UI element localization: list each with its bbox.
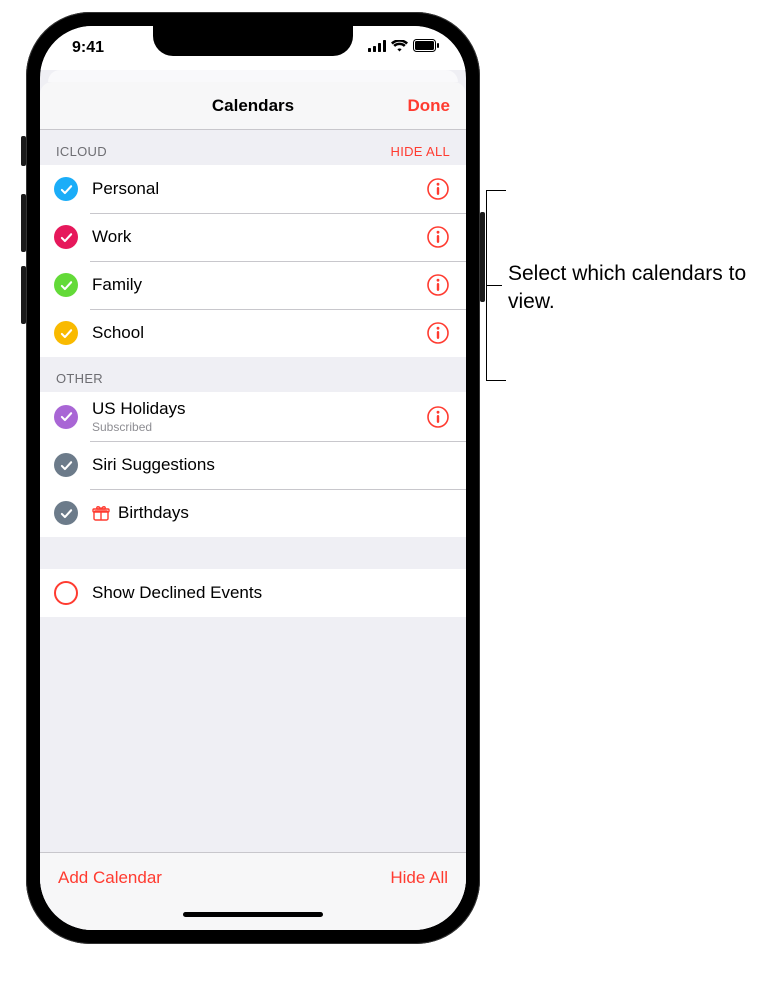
home-indicator-area <box>40 902 466 930</box>
callout-tick <box>486 190 506 191</box>
sheet-behind-card <box>48 70 458 82</box>
checkmark-icon[interactable] <box>54 453 78 477</box>
checkmark-icon[interactable] <box>54 501 78 525</box>
add-calendar-button[interactable]: Add Calendar <box>58 868 162 888</box>
calendar-label: Family <box>92 275 142 295</box>
info-icon[interactable] <box>426 225 450 249</box>
info-icon[interactable] <box>426 177 450 201</box>
callout-text: Select which calendars to view. <box>508 260 748 317</box>
calendar-list-icloud: Personal Work Family School <box>40 165 466 357</box>
wifi-icon <box>391 39 408 57</box>
calendar-label: US Holidays <box>92 399 186 419</box>
calendar-subtitle: Subscribed <box>92 420 186 434</box>
checkmark-icon[interactable] <box>54 405 78 429</box>
calendar-row-school[interactable]: School <box>40 309 466 357</box>
calendar-row-us-holidays[interactable]: US Holidays Subscribed <box>40 392 466 441</box>
hide-all-button[interactable]: Hide All <box>390 868 448 888</box>
calendar-row-birthdays[interactable]: Birthdays <box>40 489 466 537</box>
calendar-list-other: US Holidays Subscribed Siri Suggestions <box>40 392 466 537</box>
calendar-row-siri-suggestions[interactable]: Siri Suggestions <box>40 441 466 489</box>
nav-bar: Calendars Done <box>40 82 466 130</box>
calendar-row-personal[interactable]: Personal <box>40 165 466 213</box>
declined-events-list: Show Declined Events <box>40 569 466 617</box>
calendar-row-work[interactable]: Work <box>40 213 466 261</box>
callout-tick <box>486 380 506 381</box>
info-icon[interactable] <box>426 273 450 297</box>
calendar-label: School <box>92 323 144 343</box>
show-declined-events-row[interactable]: Show Declined Events <box>40 569 466 617</box>
calendar-label: Birthdays <box>118 503 189 523</box>
checkmark-icon[interactable] <box>54 273 78 297</box>
gift-icon <box>92 504 110 522</box>
phone-frame: 9:41 Calendars Done ICLOUD <box>26 12 480 944</box>
toolbar: Add Calendar Hide All <box>40 852 466 902</box>
section-header-other: OTHER <box>40 357 466 392</box>
section-header-icloud: ICLOUD HIDE ALL <box>40 130 466 165</box>
checkmark-icon[interactable] <box>54 177 78 201</box>
home-indicator[interactable] <box>183 912 323 917</box>
calendar-label: Personal <box>92 179 159 199</box>
callout-lead <box>486 285 502 286</box>
calendar-row-family[interactable]: Family <box>40 261 466 309</box>
notch <box>153 26 353 56</box>
side-button[interactable] <box>480 212 485 302</box>
status-time: 9:41 <box>72 39 104 57</box>
calendar-label: Work <box>92 227 131 247</box>
screen: 9:41 Calendars Done ICLOUD <box>40 26 466 930</box>
info-icon[interactable] <box>426 405 450 429</box>
calendars-sheet: Calendars Done ICLOUD HIDE ALL Personal … <box>40 82 466 930</box>
hide-all-icloud-button[interactable]: HIDE ALL <box>391 144 450 159</box>
done-button[interactable]: Done <box>408 96 451 116</box>
info-icon[interactable] <box>426 321 450 345</box>
unchecked-circle-icon[interactable] <box>54 581 78 605</box>
declined-label: Show Declined Events <box>92 583 262 603</box>
battery-icon <box>413 39 440 57</box>
nav-title: Calendars <box>212 96 294 116</box>
section-title: ICLOUD <box>56 144 107 159</box>
checkmark-icon[interactable] <box>54 225 78 249</box>
calendar-label: Siri Suggestions <box>92 455 215 475</box>
status-indicators <box>368 39 440 57</box>
section-title: OTHER <box>56 371 103 386</box>
checkmark-icon[interactable] <box>54 321 78 345</box>
cellular-icon <box>368 39 386 57</box>
